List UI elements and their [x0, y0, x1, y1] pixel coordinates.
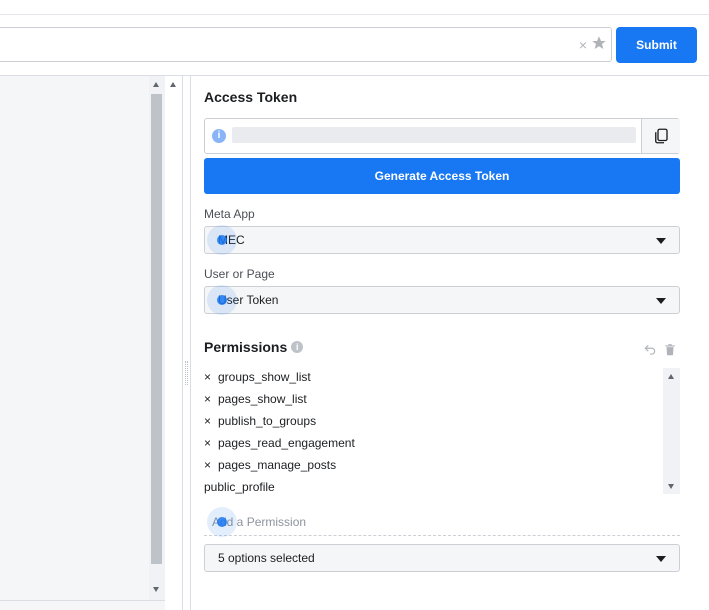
scroll-up-arrow[interactable]: [153, 82, 159, 87]
info-icon[interactable]: i: [291, 341, 304, 353]
info-icon: i: [212, 129, 226, 143]
url-input[interactable]: ×: [0, 27, 612, 62]
left-pane: [0, 76, 165, 610]
trash-icon[interactable]: [663, 343, 677, 362]
remove-icon[interactable]: ×: [204, 458, 214, 472]
permissions-actions: [643, 343, 677, 362]
permission-name: publish_to_groups: [218, 414, 317, 428]
list-item: × groups_show_list: [204, 370, 311, 384]
list-item: × publish_to_groups: [204, 414, 316, 428]
permissions-select[interactable]: 5 options selected: [204, 544, 680, 572]
list-item: × pages_read_engagement: [204, 436, 355, 450]
scroll-up-arrow-outer[interactable]: [170, 82, 176, 87]
copy-icon[interactable]: [641, 119, 680, 153]
access-token-field[interactable]: i: [204, 118, 680, 154]
remove-icon[interactable]: ×: [204, 392, 214, 406]
permission-name: groups_show_list: [218, 370, 311, 384]
permission-name: pages_read_engagement: [218, 436, 355, 450]
remove-icon[interactable]: ×: [204, 414, 214, 428]
remove-icon[interactable]: ×: [204, 436, 214, 450]
cursor-indicator: [207, 285, 237, 315]
remove-icon[interactable]: ×: [204, 370, 214, 384]
access-token-value[interactable]: [232, 127, 636, 143]
scroll-down-arrow[interactable]: [153, 587, 159, 592]
access-token-title: Access Token: [204, 89, 298, 105]
selected-count: 5 options selected: [218, 551, 315, 565]
top-divider: [0, 14, 709, 15]
list-item: public_profile: [204, 480, 275, 494]
cursor-indicator: [207, 507, 237, 537]
user-or-page-label: User or Page: [204, 267, 275, 281]
permission-name: pages_manage_posts: [218, 458, 337, 472]
chevron-down-icon: [656, 298, 666, 304]
left-scrollbar-thumb[interactable]: [151, 94, 162, 564]
permissions-title-text: Permissions: [204, 339, 288, 355]
pane-border: [182, 76, 183, 610]
chevron-down-icon: [656, 556, 666, 562]
permissions-title: Permissions i: [204, 339, 304, 355]
list-item: × pages_show_list: [204, 392, 307, 406]
meta-app-select[interactable]: MEC: [204, 226, 680, 254]
permissions-list: × groups_show_list × pages_show_list × p…: [204, 366, 680, 494]
undo-icon[interactable]: [643, 343, 657, 362]
left-pane-footer: [0, 600, 165, 610]
permission-name: pages_show_list: [218, 392, 307, 406]
add-permission-input[interactable]: Add a Permission: [204, 508, 680, 536]
submit-button[interactable]: Submit: [616, 27, 697, 63]
cursor-indicator: [207, 225, 237, 255]
user-or-page-select[interactable]: User Token: [204, 286, 680, 314]
meta-app-label: Meta App: [204, 207, 255, 221]
chevron-down-icon: [656, 238, 666, 244]
resize-handle[interactable]: [185, 361, 188, 385]
list-item: × pages_manage_posts: [204, 458, 336, 472]
clear-icon[interactable]: ×: [579, 37, 587, 53]
right-pane-border: [190, 76, 191, 610]
generate-access-token-button[interactable]: Generate Access Token: [204, 158, 680, 194]
permission-name: public_profile: [204, 480, 275, 494]
star-icon[interactable]: [591, 35, 607, 56]
